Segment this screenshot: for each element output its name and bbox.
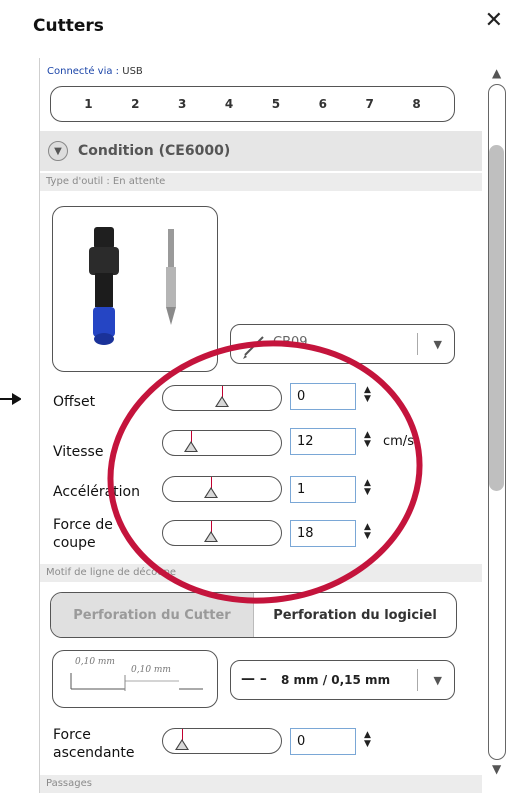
port-4[interactable]: 4 xyxy=(225,97,233,111)
condition-title: Condition (CE6000) xyxy=(78,143,231,159)
line-pattern-value: 8 mm / 0,15 mm xyxy=(281,673,391,687)
connection-label: Connecté via : xyxy=(47,66,120,77)
speed-input[interactable]: 12 xyxy=(290,428,356,455)
port-8[interactable]: 8 xyxy=(412,97,420,111)
acceleration-slider-thumb[interactable] xyxy=(204,487,219,498)
lift-force-label-line1: Force xyxy=(53,727,91,743)
perforation-diagram: 0,10 mm 0,10 mm xyxy=(52,650,218,708)
cut-line-pattern-label: Motif de ligne de découpe xyxy=(40,564,482,582)
acceleration-label: Accélération xyxy=(53,484,140,500)
pointer-arrow-icon xyxy=(0,393,22,405)
tool-image-box xyxy=(52,206,218,372)
speed-label: Vitesse xyxy=(53,444,104,460)
port-selector: 1 2 3 4 5 6 7 8 xyxy=(50,86,455,122)
dash-line-icon: — – xyxy=(241,671,267,687)
scroll-up-icon[interactable]: ▲ xyxy=(492,66,501,80)
port-3[interactable]: 3 xyxy=(178,97,186,111)
dropdown-arrow-icon[interactable]: ▼ xyxy=(434,338,442,351)
dropdown-arrow-icon[interactable]: ▼ xyxy=(434,674,442,687)
vertical-scrollbar[interactable]: ▲ ▼ xyxy=(484,58,512,793)
cut-force-label-line1: Force de xyxy=(53,517,113,533)
cutter-settings-panel: Connecté via : USB 1 2 3 4 5 6 7 8 ▼ Con… xyxy=(39,58,482,793)
connection-status: Connecté via : USB xyxy=(47,66,143,77)
port-6[interactable]: 6 xyxy=(319,97,327,111)
line-pattern-select[interactable]: — – 8 mm / 0,15 mm ▼ xyxy=(230,660,455,700)
speed-unit: cm/s xyxy=(383,434,414,449)
tab-software-perforation[interactable]: Perforation du logiciel xyxy=(254,593,456,637)
speed-slider[interactable] xyxy=(162,430,282,456)
connection-value: USB xyxy=(122,66,143,77)
condition-header[interactable]: ▼ Condition (CE6000) xyxy=(40,131,482,171)
acceleration-stepper[interactable]: ▲ ▼ xyxy=(364,479,371,497)
speed-stepper[interactable]: ▲ ▼ xyxy=(364,431,371,449)
pen-icon xyxy=(243,336,264,359)
port-7[interactable]: 7 xyxy=(366,97,374,111)
acceleration-slider[interactable] xyxy=(162,476,282,502)
offset-stepper[interactable]: ▲ ▼ xyxy=(364,386,371,404)
port-2[interactable]: 2 xyxy=(131,97,139,111)
cutter-holder-icon xyxy=(89,227,176,345)
lift-force-slider[interactable] xyxy=(162,728,282,754)
acceleration-input[interactable]: 1 xyxy=(290,476,356,503)
perforation-dim-b: 0,10 mm xyxy=(131,665,171,675)
blade-code: CB09 xyxy=(273,335,308,350)
chevron-down-icon[interactable]: ▼ xyxy=(48,141,68,161)
cutters-window: Cutters ✕ Connecté via : USB 1 2 3 4 5 6… xyxy=(21,0,513,793)
scroll-down-icon[interactable]: ▼ xyxy=(492,762,501,776)
tool-type-label: Type d'outil : En attente xyxy=(40,173,482,191)
port-1[interactable]: 1 xyxy=(84,97,92,111)
cut-force-slider[interactable] xyxy=(162,520,282,546)
lift-force-input[interactable]: 0 xyxy=(290,728,356,755)
offset-input[interactable]: 0 xyxy=(290,383,356,410)
tab-cutter-perforation[interactable]: Perforation du Cutter xyxy=(51,593,254,637)
close-icon[interactable]: ✕ xyxy=(485,10,503,32)
perforation-dim-a: 0,10 mm xyxy=(75,657,115,667)
cut-force-label: Force de coupe xyxy=(53,516,113,552)
offset-label: Offset xyxy=(53,394,96,410)
offset-slider[interactable] xyxy=(162,385,282,411)
passes-label: Passages xyxy=(40,775,482,793)
scroll-thumb[interactable] xyxy=(489,145,504,491)
port-5[interactable]: 5 xyxy=(272,97,280,111)
cut-force-input[interactable]: 18 xyxy=(290,520,356,547)
scroll-track[interactable] xyxy=(488,84,506,760)
window-title: Cutters xyxy=(33,16,104,36)
speed-slider-thumb[interactable] xyxy=(183,441,198,452)
cut-force-slider-thumb[interactable] xyxy=(204,531,219,542)
lift-force-label: Force ascendante xyxy=(53,726,135,762)
offset-slider-thumb[interactable] xyxy=(215,396,230,407)
perforation-tabs: Perforation du Cutter Perforation du log… xyxy=(50,592,457,638)
cut-force-label-line2: coupe xyxy=(53,535,96,551)
cut-force-stepper[interactable]: ▲ ▼ xyxy=(364,523,371,541)
lift-force-stepper[interactable]: ▲ ▼ xyxy=(364,731,371,749)
blade-select[interactable]: CB09 ▼ xyxy=(230,324,455,364)
lift-force-label-line2: ascendante xyxy=(53,745,135,761)
lift-force-slider-thumb[interactable] xyxy=(175,739,189,750)
